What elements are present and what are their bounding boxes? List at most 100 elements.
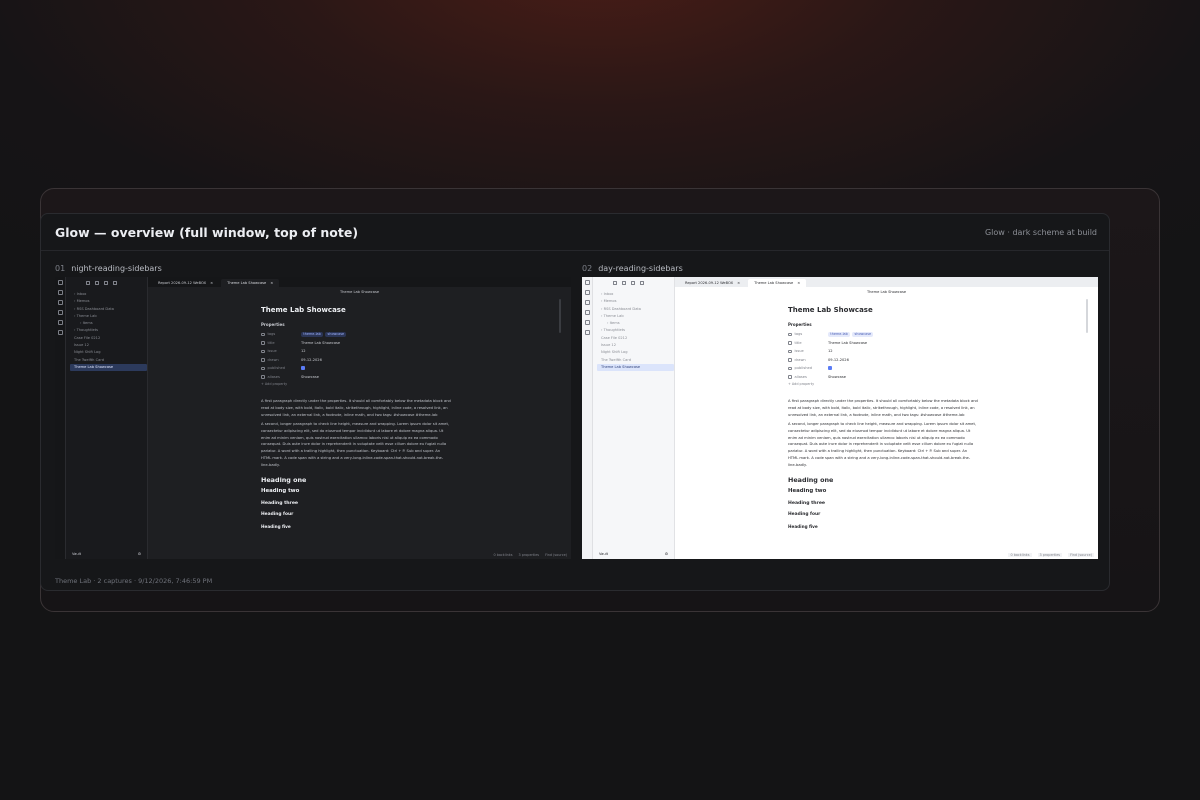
property-value[interactable]: 12 bbox=[828, 349, 833, 353]
file-tree-item[interactable]: Issue 12 bbox=[597, 342, 674, 349]
property-value[interactable]: Showcase bbox=[301, 375, 319, 379]
status-item[interactable]: Find (source) bbox=[545, 553, 567, 557]
status-item[interactable]: 3 properties bbox=[519, 553, 540, 557]
graph-icon[interactable] bbox=[57, 300, 63, 305]
checkbox-icon[interactable] bbox=[301, 365, 305, 370]
property-row[interactable]: aliases Showcase bbox=[261, 373, 451, 382]
tab[interactable]: Theme Lab Showcase × bbox=[748, 279, 807, 287]
collapse-icon[interactable] bbox=[113, 280, 117, 285]
file-tree-item[interactable]: › Thoughtlets bbox=[597, 327, 674, 334]
status-item[interactable]: 0 backlinks bbox=[1008, 552, 1032, 557]
search-icon[interactable] bbox=[584, 290, 590, 295]
file-tree-item[interactable]: › Memos bbox=[597, 298, 674, 305]
file-tree-item[interactable]: Issue 12 bbox=[70, 342, 147, 349]
property-value[interactable]: Theme Lab Showcase bbox=[828, 341, 867, 345]
file-icon[interactable] bbox=[57, 280, 63, 285]
tag-pill[interactable]: theme-lab bbox=[828, 331, 851, 337]
property-row[interactable]: aliases Showcase bbox=[788, 373, 978, 382]
file-tree-item[interactable]: › Inbox bbox=[597, 291, 674, 298]
add-property-button[interactable]: + Add property bbox=[261, 382, 451, 386]
file-tree-item[interactable]: › Memos bbox=[70, 298, 147, 305]
property-row[interactable]: issue 12 bbox=[788, 347, 978, 356]
capture-screenshot-dark[interactable]: › Inbox › Memos › RSS Dashboard Data › Them… bbox=[55, 277, 571, 559]
file-tree-item[interactable]: › Theme Lab bbox=[70, 313, 147, 320]
checkbox-icon[interactable] bbox=[828, 365, 832, 370]
property-key: drawn bbox=[788, 358, 828, 362]
settings-icon[interactable]: ⚙ bbox=[665, 552, 668, 556]
vault-switcher[interactable]: Vault ⚙ bbox=[72, 550, 141, 557]
file-tree-item[interactable]: Case File 0212 bbox=[597, 335, 674, 342]
property-type-icon bbox=[261, 358, 265, 362]
file-tree-item[interactable]: › Theme Lab bbox=[597, 313, 674, 320]
property-row[interactable]: tags theme-lab showcase bbox=[261, 330, 451, 339]
new-note-icon[interactable] bbox=[86, 280, 90, 285]
status-item[interactable]: Find (source) bbox=[1068, 552, 1094, 557]
property-row[interactable]: title Theme Lab Showcase bbox=[261, 339, 451, 348]
tag-pill[interactable]: theme-lab bbox=[301, 331, 324, 337]
graph-icon[interactable] bbox=[584, 300, 590, 305]
capture-screenshot-light[interactable]: › Inbox › Memos › RSS Dashboard Data › Them… bbox=[582, 277, 1098, 559]
status-item[interactable]: 3 properties bbox=[1037, 552, 1063, 557]
tag-pill[interactable]: showcase bbox=[852, 331, 874, 337]
calendar-icon[interactable] bbox=[584, 310, 590, 315]
property-row[interactable]: tags theme-lab showcase bbox=[788, 330, 978, 339]
property-value[interactable]: Showcase bbox=[828, 375, 846, 379]
command-icon[interactable] bbox=[57, 320, 63, 325]
close-icon[interactable]: × bbox=[270, 281, 273, 285]
status-item[interactable]: 0 backlinks bbox=[493, 553, 512, 557]
property-row[interactable]: title Theme Lab Showcase bbox=[788, 339, 978, 348]
tab[interactable]: Report 2026-09-12 WeBOX × bbox=[679, 279, 746, 287]
property-value[interactable]: theme-lab showcase bbox=[828, 331, 875, 337]
command-icon[interactable] bbox=[584, 320, 590, 325]
property-row[interactable]: drawn 09-12-2026 bbox=[788, 356, 978, 365]
property-value[interactable]: 12 bbox=[301, 349, 306, 353]
file-tree-item[interactable]: Case File 0212 bbox=[70, 335, 147, 342]
file-tree-item[interactable]: Theme Lab Showcase bbox=[70, 363, 147, 372]
file-tree-item[interactable]: › RSS Dashboard Data bbox=[70, 306, 147, 313]
sort-icon[interactable] bbox=[631, 280, 635, 285]
property-value[interactable]: 09-12-2026 bbox=[301, 358, 322, 362]
new-folder-icon[interactable] bbox=[622, 280, 626, 285]
search-icon[interactable] bbox=[57, 290, 63, 295]
tab[interactable]: Theme Lab Showcase × bbox=[221, 279, 280, 287]
close-icon[interactable]: × bbox=[737, 281, 740, 285]
file-icon[interactable] bbox=[584, 280, 590, 285]
property-value[interactable] bbox=[301, 365, 305, 371]
file-tree-item[interactable]: Night Shift Log bbox=[70, 349, 147, 356]
property-row[interactable]: published bbox=[261, 364, 451, 373]
file-tree-item[interactable]: Theme Lab Showcase bbox=[597, 363, 674, 372]
tag-pill[interactable]: showcase bbox=[325, 331, 347, 337]
sort-icon[interactable] bbox=[104, 280, 108, 285]
file-tree-item[interactable]: › Thoughtlets bbox=[70, 327, 147, 334]
collapse-icon[interactable] bbox=[640, 280, 644, 285]
file-tree-item[interactable]: The Twelfth Card bbox=[597, 357, 674, 364]
vault-switcher[interactable]: Vault ⚙ bbox=[599, 550, 668, 557]
terminal-icon[interactable] bbox=[584, 330, 590, 335]
property-value[interactable]: theme-lab showcase bbox=[301, 331, 348, 337]
settings-icon[interactable]: ⚙ bbox=[138, 552, 141, 556]
file-tree-item[interactable]: The Twelfth Card bbox=[70, 357, 147, 364]
tab-label: Theme Lab Showcase bbox=[754, 281, 794, 285]
file-tree-item[interactable]: › RSS Dashboard Data bbox=[597, 306, 674, 313]
scrollbar[interactable] bbox=[559, 299, 561, 333]
file-tree-item[interactable]: › Items bbox=[70, 320, 147, 327]
property-row[interactable]: published bbox=[788, 364, 978, 373]
terminal-icon[interactable] bbox=[57, 330, 63, 335]
property-value[interactable]: Theme Lab Showcase bbox=[301, 341, 340, 345]
property-value[interactable]: 09-12-2026 bbox=[828, 358, 849, 362]
close-icon[interactable]: × bbox=[210, 281, 213, 285]
scrollbar[interactable] bbox=[1086, 299, 1088, 333]
property-value[interactable] bbox=[828, 365, 832, 371]
add-property-button[interactable]: + Add property bbox=[788, 382, 978, 386]
file-tree-item[interactable]: Night Shift Log bbox=[597, 349, 674, 356]
close-icon[interactable]: × bbox=[797, 281, 800, 285]
calendar-icon[interactable] bbox=[57, 310, 63, 315]
file-tree-item[interactable]: › Inbox bbox=[70, 291, 147, 298]
tab[interactable]: Report 2026-09-12 WeBOX × bbox=[152, 279, 219, 287]
property-row[interactable]: issue 12 bbox=[261, 347, 451, 356]
property-type-icon bbox=[261, 341, 265, 345]
property-row[interactable]: drawn 09-12-2026 bbox=[261, 356, 451, 365]
file-tree-item[interactable]: › Items bbox=[597, 320, 674, 327]
new-note-icon[interactable] bbox=[613, 280, 617, 285]
new-folder-icon[interactable] bbox=[95, 280, 99, 285]
